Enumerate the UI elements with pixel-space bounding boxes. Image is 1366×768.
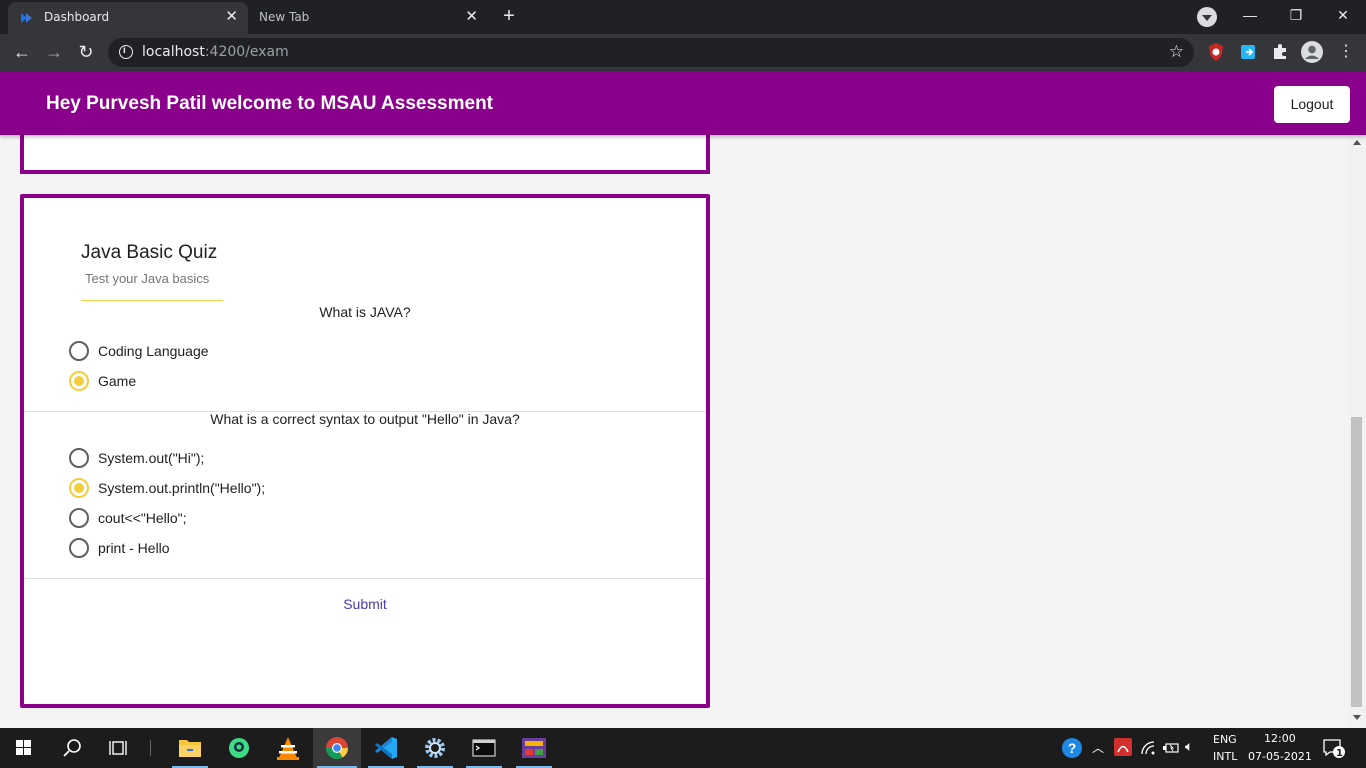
option-label: print - Hello [98,540,170,556]
close-tab-icon[interactable]: ✕ [465,9,478,25]
close-tab-icon[interactable]: ✕ [225,9,238,25]
address-url: localhost:4200/exam [142,44,289,60]
radio-button[interactable] [69,508,89,528]
bookmark-star-icon[interactable]: ☆ [1169,42,1184,62]
tab-new-tab[interactable]: New Tab ✕ [248,2,488,34]
answer-option[interactable]: cout<<"Hello"; [69,507,187,529]
terminal-icon[interactable] [460,728,508,768]
settings-icon[interactable] [411,728,459,768]
battery-icon[interactable] [1162,740,1180,756]
radio-button[interactable] [69,478,89,498]
browser-menu-icon[interactable]: ⋮ [1334,40,1358,64]
answer-option[interactable]: System.out.println("Hello"); [69,477,265,499]
notification-count: 1 [1336,748,1343,759]
volume-icon[interactable]: 🔈︎ [1185,738,1193,755]
quiz-subtitle: Test your Java basics [85,271,210,286]
site-info-icon[interactable] [119,45,133,59]
answer-option[interactable]: Coding Language [69,340,209,362]
tab-dashboard[interactable]: Dashboard ✕ [8,2,248,34]
title-underline [81,300,223,301]
dashboard-favicon-icon [21,13,32,23]
tab-title: New Tab [259,10,310,24]
radio-button[interactable] [69,371,89,391]
help-icon[interactable]: ? [1061,737,1083,759]
option-label: Coding Language [98,343,209,359]
option-label: cout<<"Hello"; [98,510,187,526]
close-window-icon[interactable]: ✕ [1320,4,1366,28]
vscode-icon[interactable] [362,728,410,768]
welcome-message: Hey Purvesh Patil welcome to MSAU Assess… [46,93,494,114]
svg-text:?: ? [1068,740,1077,756]
app-header: Hey Purvesh Patil welcome to MSAU Assess… [0,71,1366,135]
quiz-title: Java Basic Quiz [81,242,218,263]
file-explorer-icon[interactable] [166,728,214,768]
option-label: System.out.println("Hello"); [98,480,266,496]
forward-icon[interactable]: → [42,40,66,64]
tab-search-icon[interactable] [1197,7,1217,27]
answer-option[interactable]: System.out("Hi"); [69,447,204,469]
page-scrollbar[interactable] [1349,135,1366,728]
vlc-icon[interactable] [264,728,312,768]
radio-button[interactable] [69,538,89,558]
keyboard-layout[interactable]: INTL [1213,750,1237,763]
profile-avatar-icon[interactable] [1301,41,1323,63]
restore-icon[interactable]: ❐ [1273,4,1319,28]
clock-date[interactable]: 07-05-2021 [1248,750,1312,763]
browser-tab-strip: Dashboard ✕ New Tab ✕ + — ❐ ✕ [0,0,1366,34]
scroll-up-icon[interactable] [1353,140,1361,145]
wifi-icon[interactable] [1140,740,1156,756]
android-studio-icon[interactable] [215,728,263,768]
option-label: System.out("Hi"); [98,450,205,466]
search-icon[interactable] [48,728,96,768]
question-text: What is a correct syntax to output "Hell… [210,411,520,427]
quiz-card: Java Basic Quiz Test your Java basics Wh… [20,194,710,708]
browser-toolbar: ← → ↻ localhost:4200/exam ☆ ⋮ [0,34,1366,71]
clock-time[interactable]: 12:00 [1264,732,1296,745]
show-hidden-icons-icon[interactable]: ︿ [1092,739,1104,756]
scroll-down-icon[interactable] [1353,715,1361,720]
language-indicator[interactable]: ENG [1213,733,1237,746]
answer-option[interactable]: print - Hello [69,537,170,559]
address-bar[interactable]: localhost:4200/exam ☆ [108,38,1194,67]
minimize-icon[interactable]: — [1227,4,1273,28]
logout-button[interactable]: Logout [1274,86,1350,123]
answer-option[interactable]: Game [69,370,136,392]
tab-title: Dashboard [44,10,110,24]
question-text: What is JAVA? [319,304,411,320]
chrome-icon[interactable] [313,728,361,768]
task-view-icon[interactable] [96,728,144,768]
start-icon[interactable] [0,728,48,768]
scrollbar-thumb[interactable] [1351,417,1362,707]
reload-icon[interactable]: ↻ [74,40,98,64]
game-icon[interactable] [510,728,558,768]
radio-button[interactable] [69,448,89,468]
taskbar-divider [150,740,151,756]
submit-divider [24,578,706,579]
translate-extension-icon[interactable] [1239,42,1259,62]
windows-taskbar: ? ︿ 🔈︎ ENG INTL 12:00 07-05-2021 1 [0,728,1366,768]
new-tab-icon[interactable]: + [497,6,521,28]
shield-extension-icon[interactable] [1206,42,1226,62]
back-icon[interactable]: ← [10,40,34,64]
acrobat-icon[interactable] [1114,738,1132,756]
submit-button[interactable]: Submit [24,596,706,612]
option-label: Game [98,373,137,389]
extensions-puzzle-icon[interactable] [1270,42,1290,62]
radio-button[interactable] [69,341,89,361]
